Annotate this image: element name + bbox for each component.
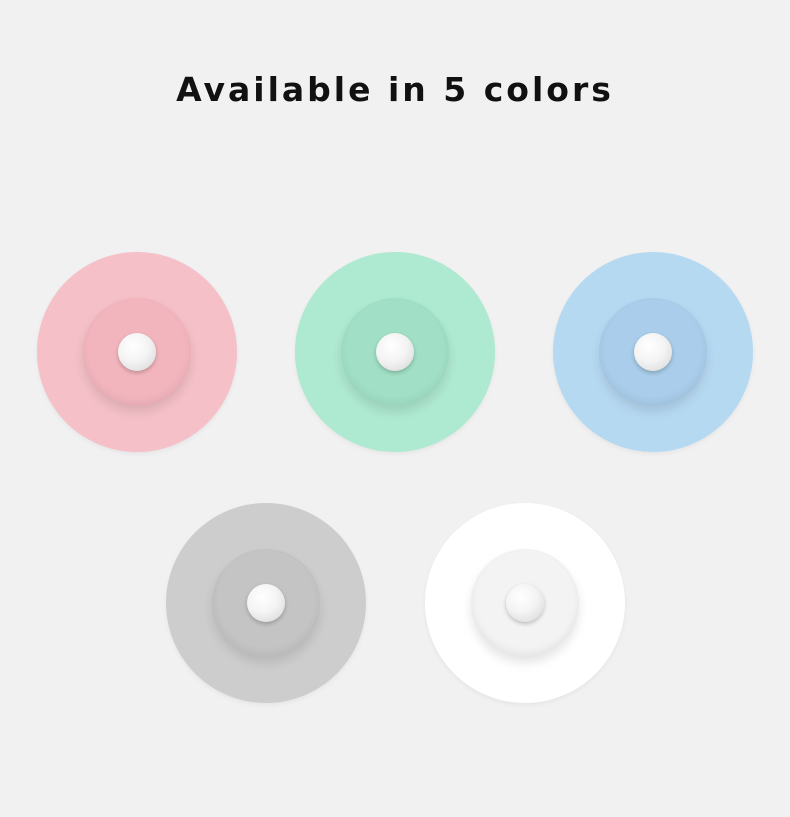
- stopper-knob: [506, 584, 544, 622]
- stopper-blue: [553, 252, 753, 452]
- stopper-knob: [247, 584, 285, 622]
- stopper-knob: [376, 333, 414, 371]
- stopper-knob: [634, 333, 672, 371]
- stopper-knob: [118, 333, 156, 371]
- stopper-gray: [166, 503, 366, 703]
- stopper-pink: [37, 252, 237, 452]
- stopper-white: [425, 503, 625, 703]
- page-title: Available in 5 colors: [176, 70, 614, 109]
- stopper-green: [295, 252, 495, 452]
